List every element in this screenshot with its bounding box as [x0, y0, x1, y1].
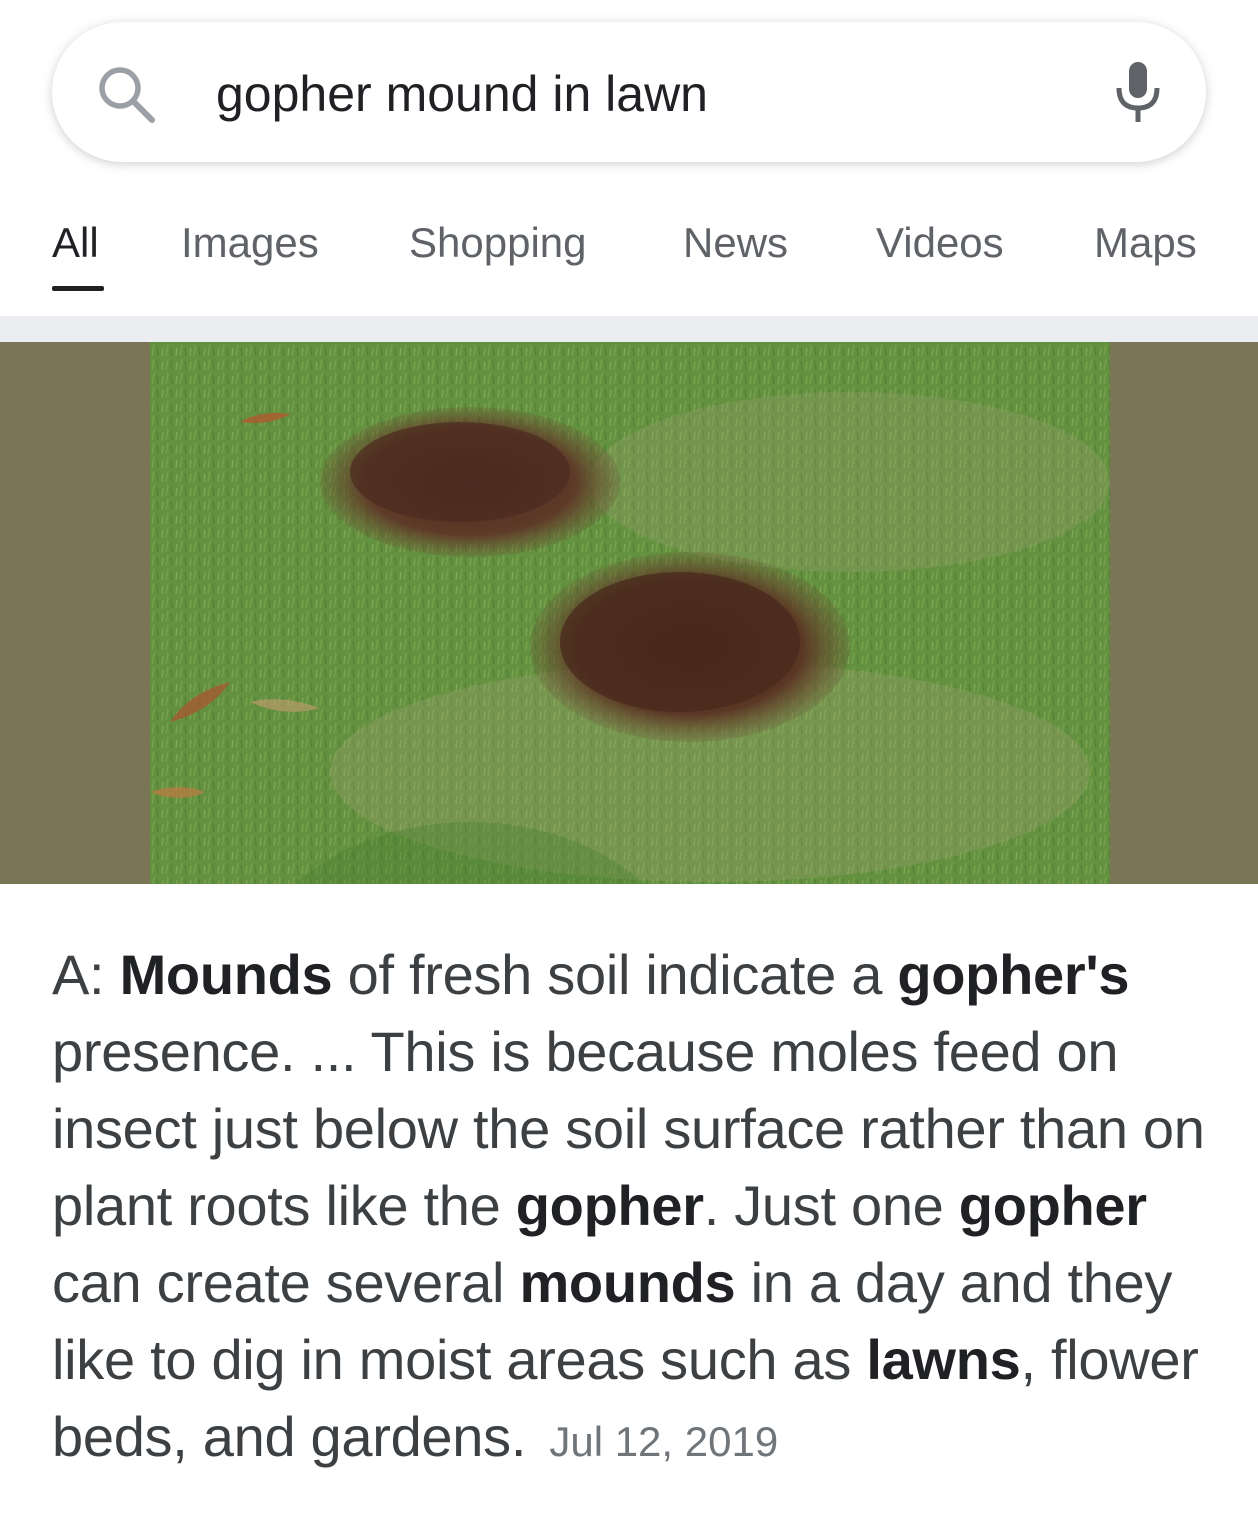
answer-text-segment: . Just one — [703, 1174, 959, 1237]
answer-bold-segment: gopher — [515, 1174, 704, 1237]
answer-snippet: A: Mounds of fresh soil indicate a gophe… — [52, 936, 1212, 1480]
search-icon[interactable] — [94, 62, 158, 126]
search-results-page: gopher mound in lawn All Images Shopping… — [0, 0, 1258, 1536]
tab-images[interactable]: Images — [181, 218, 319, 268]
tab-maps[interactable]: Maps — [1094, 218, 1197, 268]
answer-bold-segment: mounds — [519, 1251, 736, 1314]
gopher-mounds-photo[interactable] — [150, 342, 1110, 884]
search-input[interactable]: gopher mound in lawn — [216, 62, 708, 126]
search-tabs: All Images Shopping News Videos Maps — [0, 200, 1258, 300]
result-image-container[interactable] — [0, 342, 1258, 884]
answer-text-segment: can create several — [52, 1251, 520, 1314]
answer-text-segment: of fresh soil indicate a — [332, 943, 898, 1006]
answer-bold-segment: Mounds — [119, 943, 333, 1006]
section-divider — [0, 316, 1258, 342]
answer-date: Jul 12, 2019 — [549, 1418, 779, 1465]
microphone-icon[interactable] — [1108, 58, 1168, 128]
answer-bold-segment: gopher — [958, 1174, 1147, 1237]
tab-videos[interactable]: Videos — [876, 218, 1004, 268]
tab-news[interactable]: News — [683, 218, 788, 268]
tab-all[interactable]: All — [52, 218, 99, 268]
tab-shopping[interactable]: Shopping — [409, 218, 587, 268]
answer-text-segment: A: — [52, 943, 120, 1006]
answer-bold-segment: gopher's — [897, 943, 1130, 1006]
active-tab-indicator — [52, 286, 104, 291]
answer-bold-segment: lawns — [866, 1328, 1021, 1391]
